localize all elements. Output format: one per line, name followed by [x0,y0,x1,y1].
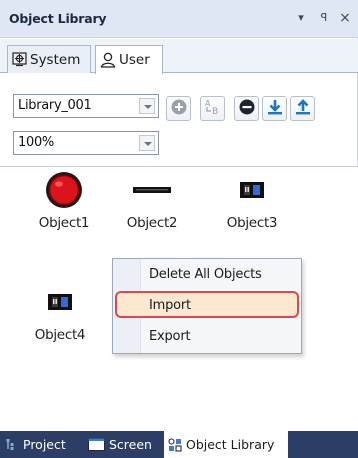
add-object-button[interactable] [166,96,191,121]
menu-item-delete-all[interactable]: Delete All Objects [149,267,262,282]
object-label: Object3 [226,215,278,231]
tab-project-label: Project [23,437,66,452]
object-item[interactable]: Object1 [24,169,104,231]
tab-system[interactable]: System [7,45,91,73]
object-library-icon [168,437,182,452]
tab-user-label: User [119,52,150,68]
tab-screen[interactable]: Screen [88,431,152,458]
tab-user[interactable]: User [95,45,163,74]
tab-system-label: System [30,51,81,68]
zoom-select[interactable]: 100% [13,131,159,155]
library-tabstrip: System User [0,39,358,74]
tab-screen-label: Screen [109,437,152,452]
remove-icon [238,98,256,119]
rename-icon: A B [203,97,223,120]
download-object-button[interactable] [262,96,287,121]
object-label: Object4 [34,327,86,343]
project-icon [6,438,19,451]
remove-object-button[interactable] [234,96,259,121]
object-item[interactable]: Object2 [112,169,192,231]
library-select-chevron-down-icon[interactable] [139,98,155,114]
pin-icon[interactable]: ꟼ [317,10,331,26]
object-item[interactable]: Object4 [20,281,100,343]
tab-object-library-label: Object Library [186,437,275,452]
rename-object-button[interactable]: A B [200,96,225,121]
object-label: Object2 [126,215,178,231]
panel-menu-chevron-icon[interactable]: ▾ [294,10,308,26]
red-lamp-icon [24,169,104,211]
object-library-panel: Object Library ▾ ꟼ × System User Library… [0,0,358,431]
bar-icon [112,169,192,211]
zoom-select-value: 100% [18,135,54,150]
context-menu-highlight [115,291,299,318]
panel-title: Object Library [9,11,107,26]
upload-icon [294,98,312,119]
object-item[interactable]: Object3 [212,169,292,231]
upload-object-button[interactable] [290,96,315,121]
tab-object-library[interactable]: Object Library [164,431,288,458]
svg-text:B: B [212,107,218,117]
library-select-value: Library_001 [18,98,92,113]
tab-project[interactable]: Project [6,431,66,458]
zoom-select-chevron-down-icon[interactable] [139,135,155,151]
download-icon [266,98,284,119]
bottom-tab-bar: Project Screen Object Library [0,431,358,458]
panel-icon [20,281,100,323]
close-icon[interactable]: × [338,10,352,26]
menu-item-import[interactable]: Import [149,298,191,313]
menu-item-export[interactable]: Export [149,329,191,344]
context-menu: Delete All Objects Import Export [112,258,302,354]
screen-icon [88,438,105,451]
user-icon [100,52,116,68]
panel-titlebar: Object Library ▾ ꟼ × [0,0,358,38]
panel-icon [212,169,292,211]
add-icon [170,98,188,119]
system-icon [12,52,27,67]
object-label: Object1 [38,215,90,231]
library-select[interactable]: Library_001 [13,94,159,118]
svg-text:A: A [205,99,211,108]
